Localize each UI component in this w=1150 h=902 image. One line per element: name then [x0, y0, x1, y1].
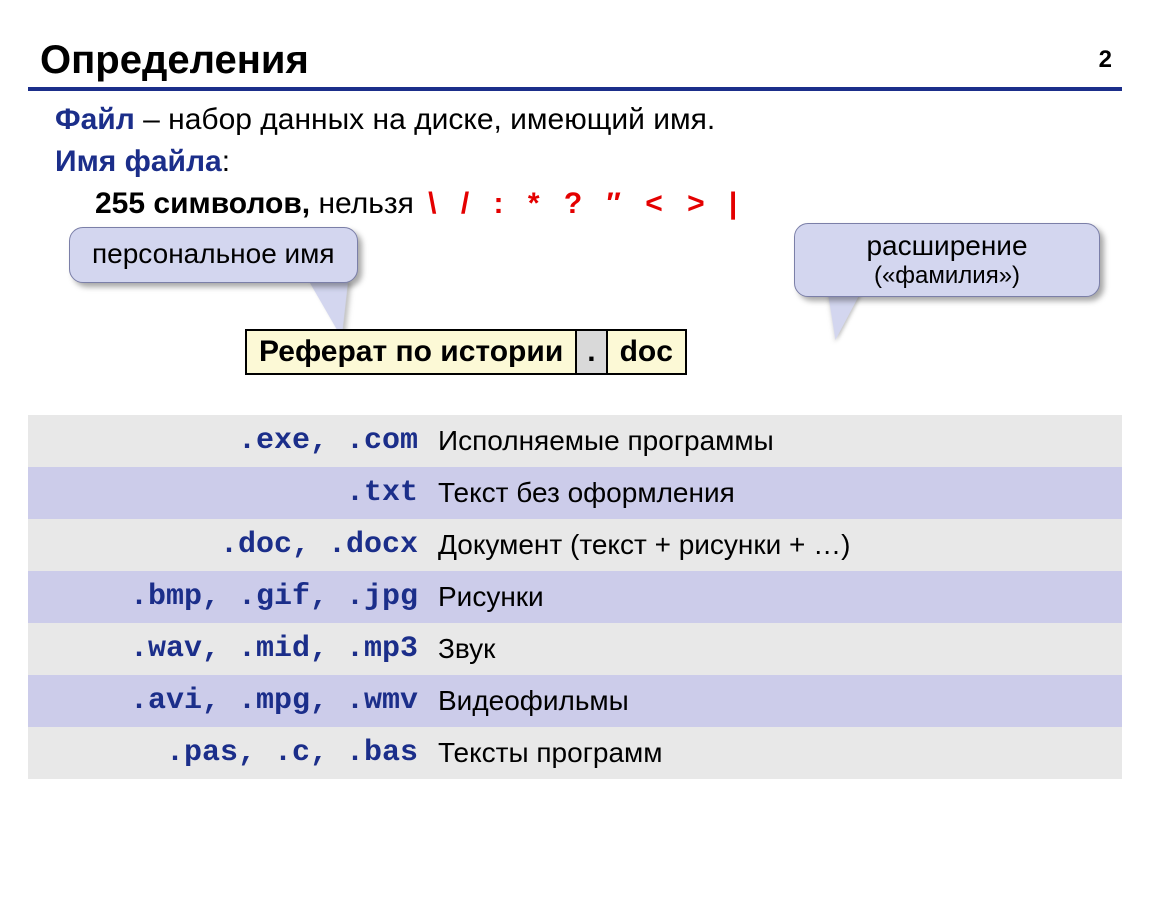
filename-dot: .: [577, 331, 607, 373]
filename-rules: 255 символов, нельзя \ / : * ? ″ < > |: [95, 187, 1110, 221]
forbidden-chars: \ / : * ? ″ < > |: [428, 187, 745, 220]
title-rule: [28, 87, 1122, 91]
table-row: .wav, .mid, .mp3Звук: [28, 623, 1122, 675]
colon: :: [222, 145, 230, 178]
forbidden-label: нельзя: [310, 187, 422, 220]
table-row: .avi, .mpg, .wmvВидеофильмы: [28, 675, 1122, 727]
callout-extension: расширение («фамилия»): [794, 223, 1100, 297]
table-row: .exe, .comИсполняемые программы: [28, 415, 1122, 467]
desc-cell: Тексты программ: [428, 727, 1122, 779]
callout-personal-name: персональное имя: [69, 227, 358, 283]
callout-left-text: персональное имя: [92, 238, 335, 269]
ext-cell: .pas, .c, .bas: [28, 727, 428, 779]
char-limit: 255 символов,: [95, 187, 310, 220]
def-file-text: – набор данных на диске, имеющий имя.: [135, 103, 715, 136]
ext-cell: .exe, .com: [28, 415, 428, 467]
definition-file: Файл – набор данных на диске, имеющий им…: [55, 103, 1110, 137]
filename-ext: doc: [608, 331, 685, 373]
desc-cell: Текст без оформления: [428, 467, 1122, 519]
filename-box: Реферат по истории . doc: [245, 329, 687, 375]
table-row: .bmp, .gif, .jpgРисунки: [28, 571, 1122, 623]
ext-cell: .wav, .mid, .mp3: [28, 623, 428, 675]
table-row: .pas, .c, .basТексты программ: [28, 727, 1122, 779]
page-number: 2: [1099, 46, 1112, 74]
extensions-table: .exe, .comИсполняемые программы.txtТекст…: [28, 415, 1122, 779]
term-filename: Имя файла: [55, 145, 222, 178]
table-row: .doc, .docxДокумент (текст + рисунки + ……: [28, 519, 1122, 571]
desc-cell: Рисунки: [428, 571, 1122, 623]
callout-right-text: расширение: [866, 230, 1027, 261]
desc-cell: Исполняемые программы: [428, 415, 1122, 467]
desc-cell: Видеофильмы: [428, 675, 1122, 727]
desc-cell: Звук: [428, 623, 1122, 675]
table-row: .txtТекст без оформления: [28, 467, 1122, 519]
filename-diagram: персональное имя расширение («фамилия») …: [55, 225, 1110, 415]
term-file: Файл: [55, 103, 135, 136]
ext-cell: .doc, .docx: [28, 519, 428, 571]
ext-cell: .bmp, .gif, .jpg: [28, 571, 428, 623]
callout-right-sub: («фамилия»): [817, 262, 1077, 290]
definition-filename: Имя файла:: [55, 145, 1110, 179]
ext-cell: .avi, .mpg, .wmv: [28, 675, 428, 727]
filename-name: Реферат по истории: [247, 331, 577, 373]
slide-title: Определения: [40, 38, 1150, 83]
ext-cell: .txt: [28, 467, 428, 519]
content-block: Файл – набор данных на диске, имеющий им…: [55, 103, 1110, 415]
desc-cell: Документ (текст + рисунки + …): [428, 519, 1122, 571]
